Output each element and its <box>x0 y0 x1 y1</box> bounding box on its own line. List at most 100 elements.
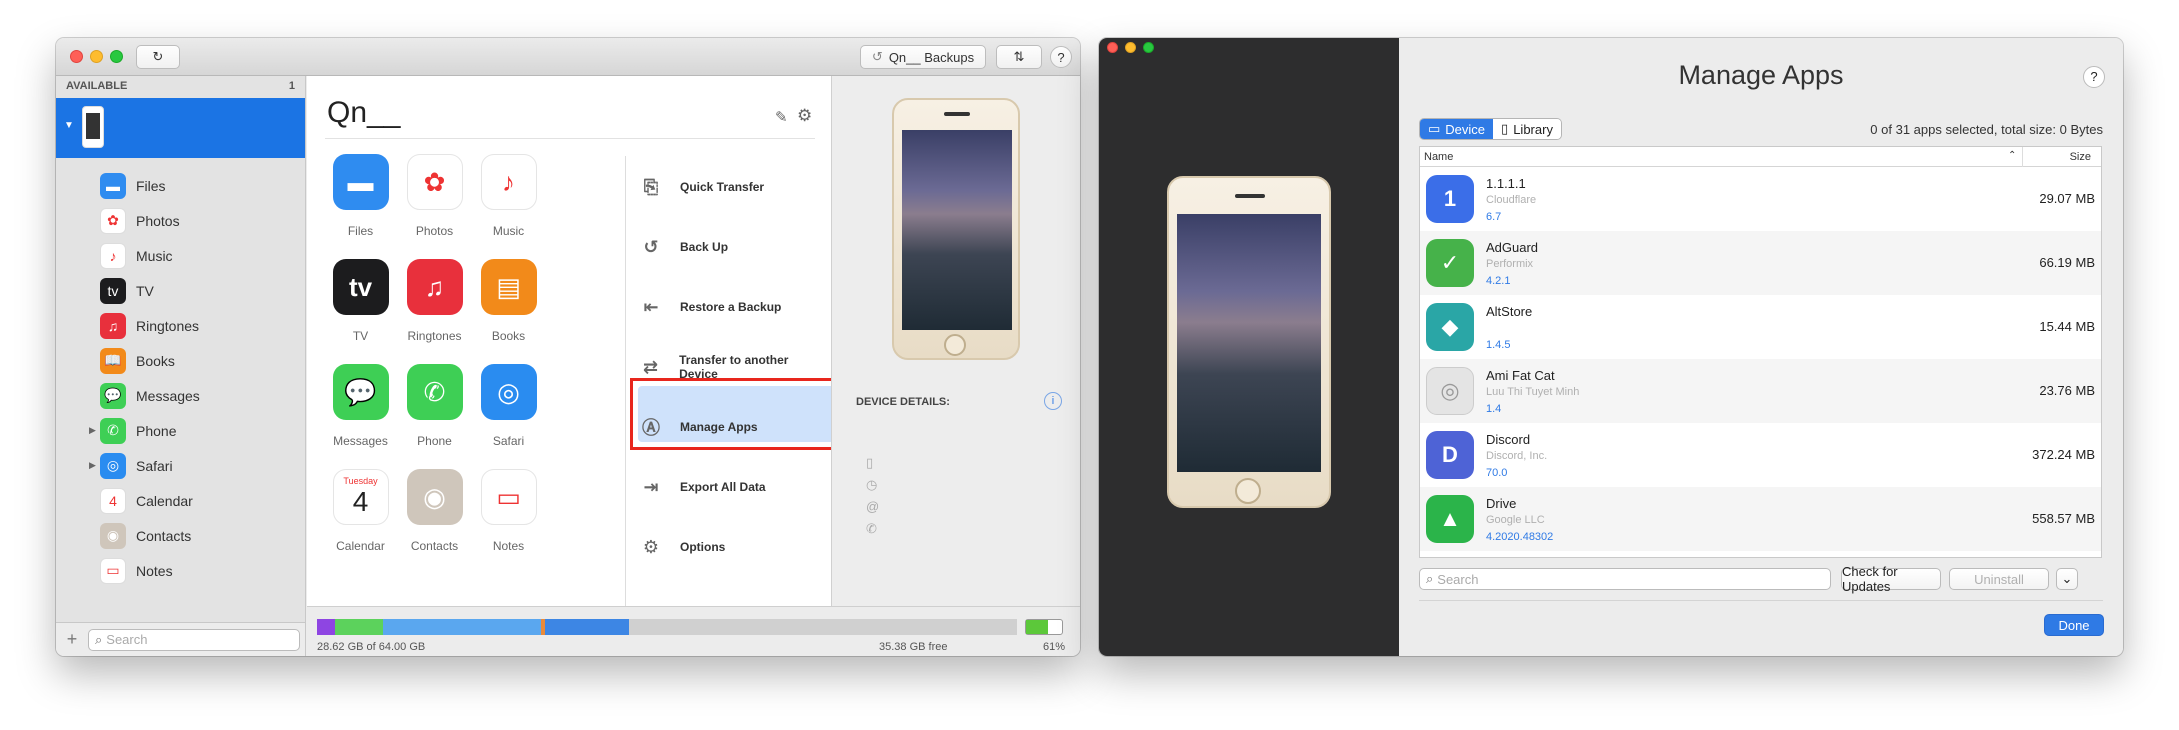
app-tile[interactable]: ▭ Notes <box>471 469 546 553</box>
app-row[interactable]: ✓ AdGuard Performix 4.2.1 66.19 MB <box>1420 231 2101 295</box>
help-button[interactable]: ? <box>2083 66 2105 88</box>
sidebar-item[interactable]: 📖 Books <box>56 343 305 378</box>
storage-bar: 28.62 GB of 64.00 GB 35.38 GB free 61% <box>307 606 1080 656</box>
sidebar-item[interactable]: 4 Calendar <box>56 483 305 518</box>
action-options[interactable]: ⚙ Options <box>636 522 826 572</box>
help-button[interactable]: ? <box>1050 46 1072 68</box>
sidebar-item[interactable]: tv TV <box>56 273 305 308</box>
app-tile[interactable]: ✿ Photos <box>397 154 472 238</box>
calendar-icon: 4 <box>100 487 126 514</box>
action-label: Export All Data <box>680 480 766 494</box>
app-icon: ✓ <box>1426 239 1474 287</box>
app-row[interactable]: ▲ Drive Google LLC 4.2020.48302 558.57 MB <box>1420 487 2101 551</box>
app-row[interactable]: ◆ AltStore 1.4.5 15.44 MB <box>1420 295 2101 359</box>
app-tile[interactable]: ✆ Phone <box>397 364 472 448</box>
sidebar-item-label: Safari <box>136 457 173 474</box>
gear-icon[interactable]: ⚙ <box>797 106 812 126</box>
sort-ascending-icon[interactable]: ⌃ <box>2008 150 2016 161</box>
export-icon: ⇥ <box>643 476 659 497</box>
info-button[interactable]: i <box>1044 392 1062 410</box>
section-label: AVAILABLE <box>66 80 128 92</box>
app-tile[interactable]: ◎ Safari <box>471 364 546 448</box>
check-updates-button[interactable]: Check for Updates <box>1841 564 1941 594</box>
close-window-button[interactable] <box>1107 42 1118 53</box>
app-row[interactable]: D Discord Discord, Inc. 70.0 372.24 MB <box>1420 423 2101 487</box>
app-size: 66.19 MB <box>2039 255 2095 270</box>
sidebar-item[interactable]: ▭ Notes <box>56 553 305 584</box>
close-window-button[interactable] <box>70 50 83 63</box>
app-row[interactable]: 1 1.1.1.1 Cloudflare 6.7 29.07 MB <box>1420 167 2101 231</box>
more-options-button[interactable]: ⌄ <box>2056 568 2078 590</box>
app-tile[interactable]: Tuesday 4 Calendar <box>323 469 398 553</box>
sidebar-item[interactable]: ◉ Contacts <box>56 518 305 553</box>
action-manage-apps[interactable]: Ⓐ Manage Apps <box>636 402 826 452</box>
sidebar-item[interactable]: ♪ Music <box>56 238 305 273</box>
disclosure-triangle-icon[interactable]: ▶ <box>89 425 96 436</box>
zoom-window-button[interactable] <box>110 50 123 63</box>
app-tile[interactable]: ♫ Ringtones <box>397 259 472 343</box>
disclosure-triangle-icon[interactable]: ▼ <box>64 120 74 131</box>
action-back-up[interactable]: ↺ Back Up <box>636 222 826 272</box>
action-transfer-to-another-device[interactable]: ⇄ Transfer to another Device <box>636 342 826 392</box>
backup-icon: ↺ <box>643 236 659 257</box>
sidebar-item[interactable]: ✿ Photos <box>56 203 305 238</box>
app-tile[interactable]: ♪ Music <box>471 154 546 238</box>
minimize-window-button[interactable] <box>1125 42 1136 53</box>
column-size[interactable]: Size <box>2070 151 2091 163</box>
app-tile[interactable]: tv TV <box>323 259 398 343</box>
zoom-window-button[interactable] <box>1143 42 1154 53</box>
phone-icon: ▯ <box>1501 121 1509 136</box>
sidebar-bottom-bar: + ⌕ Search <box>56 622 305 656</box>
storage-used: 28.62 GB of 64.00 GB <box>317 641 426 653</box>
tab-device[interactable]: ▭ Device <box>1420 119 1494 139</box>
app-tile[interactable]: ▤ Books <box>471 259 546 343</box>
action-quick-transfer[interactable]: ⎘ Quick Transfer <box>636 162 826 212</box>
wallpaper <box>902 130 1012 330</box>
action-label: Manage Apps <box>680 420 758 434</box>
sidebar-item-label: Contacts <box>136 527 192 544</box>
edit-name-icon[interactable]: ✎ <box>775 108 788 126</box>
app-label: Calendar <box>336 539 385 553</box>
app-name: Discord <box>1486 432 1531 447</box>
sidebar-item[interactable]: ♫ Ringtones <box>56 308 305 343</box>
app-size: 558.57 MB <box>2032 511 2095 526</box>
music-app-icon: ♪ <box>480 154 537 210</box>
backups-button[interactable]: ↺ Qn__ Backups <box>860 45 986 69</box>
sidebar-search-input[interactable]: ⌕ Search <box>88 628 300 651</box>
imazing-main-window: ↻ ↺ Qn__ Backups ⇅ ? AVAILABLE 1 ▼ ▬ File… <box>56 38 1080 656</box>
app-row[interactable]: ◎ Ami Fat Cat Luu Thi Tuyet Minh 1.4 23.76 M… <box>1420 359 2101 423</box>
safari-app-icon: ◎ <box>480 364 537 420</box>
app-tile[interactable]: ◉ Contacts <box>397 469 472 553</box>
uninstall-button[interactable]: Uninstall <box>1949 568 2049 590</box>
column-name[interactable]: Name <box>1424 151 1453 163</box>
apps-search-input[interactable]: ⌕ Search <box>1419 568 1831 590</box>
sidebar-item[interactable]: ▶ ✆ Phone <box>56 413 305 448</box>
app-icon: ◎ <box>1426 367 1474 415</box>
ringtones-icon: ♫ <box>100 312 126 339</box>
notes-app-icon: ▭ <box>480 469 537 525</box>
transfer-toggle-button[interactable]: ⇅ <box>996 45 1042 69</box>
tab-library[interactable]: ▯ Library <box>1493 119 1561 139</box>
app-label: Books <box>491 329 526 343</box>
action-export-all-data[interactable]: ⇥ Export All Data <box>636 462 826 512</box>
app-tile[interactable]: ▬ Files <box>323 154 398 238</box>
photos-icon: ✿ <box>100 207 126 234</box>
app-name: 1.1.1.1 <box>1486 176 1526 191</box>
action-label: Restore a Backup <box>680 300 782 314</box>
search-placeholder: Search <box>1437 571 1479 587</box>
app-tile[interactable]: 💬 Messages <box>323 364 398 448</box>
add-button[interactable]: + <box>56 629 88 650</box>
done-button[interactable]: Done <box>2044 614 2104 636</box>
minimize-window-button[interactable] <box>90 50 103 63</box>
action-label: Back Up <box>680 240 729 254</box>
at-icon: @ <box>866 499 880 514</box>
sidebar-device-row[interactable]: ▼ <box>56 98 305 158</box>
disclosure-triangle-icon[interactable]: ▶ <box>89 460 96 471</box>
calendar-day: Tuesday <box>343 476 378 486</box>
sidebar-item[interactable]: ▬ Files <box>56 168 305 203</box>
sidebar-item[interactable]: 💬 Messages <box>56 378 305 413</box>
action-restore-a-backup[interactable]: ⇤ Restore a Backup <box>636 282 826 332</box>
sidebar-item[interactable]: ▶ ◎ Safari <box>56 448 305 483</box>
refresh-button[interactable]: ↻ <box>136 45 180 69</box>
title-bar: ↻ ↺ Qn__ Backups ⇅ ? <box>56 38 1080 76</box>
